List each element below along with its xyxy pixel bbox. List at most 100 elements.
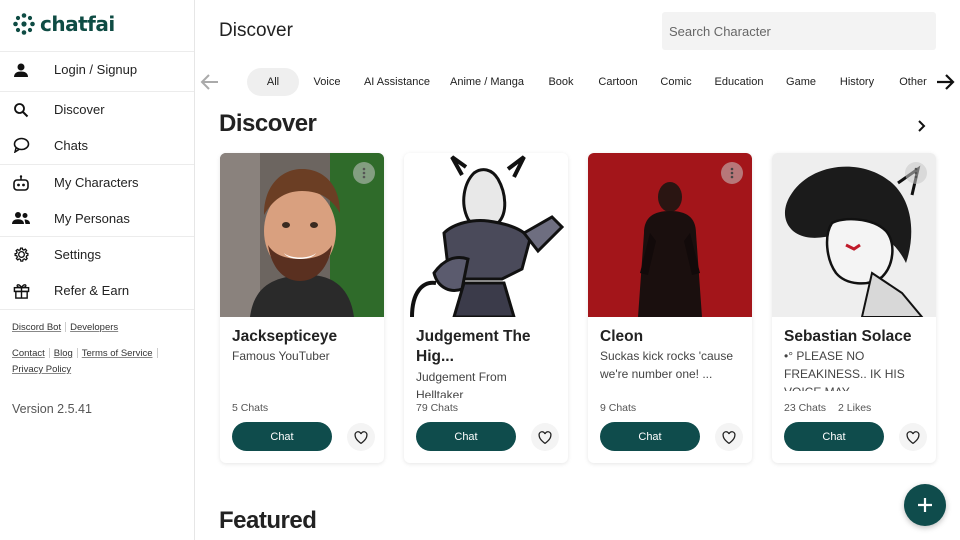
description-line: Judgement From bbox=[416, 370, 507, 384]
character-image[interactable] bbox=[404, 153, 568, 317]
character-card-judgement[interactable]: Judgement The Hig... Judgement From Hell… bbox=[404, 153, 568, 463]
divider bbox=[0, 309, 194, 310]
tab-all[interactable]: All bbox=[247, 68, 299, 96]
character-description: Famous YouTuber bbox=[232, 347, 380, 365]
sidebar-item-label: Discover bbox=[54, 102, 105, 117]
tab-game[interactable]: Game bbox=[782, 68, 820, 96]
description-line: •° PLEASE NO bbox=[784, 349, 865, 363]
tab-cartoon[interactable]: Cartoon bbox=[593, 68, 643, 96]
character-card-sebastian-solace[interactable]: Sebastian Solace •° PLEASE NO FREAKINESS… bbox=[772, 153, 936, 463]
terms-link[interactable]: Terms of Service bbox=[82, 348, 153, 359]
sidebar: chatfai Login / Signup Discover Chats My… bbox=[0, 0, 195, 540]
sidebar-item-label: Settings bbox=[54, 247, 101, 262]
blog-link[interactable]: Blog bbox=[54, 348, 73, 359]
character-name: Judgement The Hig... bbox=[416, 327, 564, 367]
developers-link[interactable]: Developers bbox=[70, 322, 118, 333]
main-content: Discover All Voice AI Assistance Anime /… bbox=[195, 0, 960, 540]
tab-comic[interactable]: Comic bbox=[655, 68, 697, 96]
app-root: chatfai Login / Signup Discover Chats My… bbox=[0, 0, 960, 540]
tab-voice[interactable]: Voice bbox=[307, 68, 347, 96]
category-tabs: All Voice AI Assistance Anime / Manga Bo… bbox=[195, 66, 960, 98]
footer-links-row-1: Discord Bot Developers bbox=[12, 322, 118, 333]
people-icon bbox=[12, 209, 30, 227]
chat-count: 79 Chats bbox=[416, 402, 459, 414]
discord-bot-link[interactable]: Discord Bot bbox=[12, 322, 61, 333]
description-line: we're number one! ... bbox=[600, 367, 713, 381]
footer-links-row-2: Contact Blog Terms of Service bbox=[12, 348, 162, 359]
page-title: Discover bbox=[219, 20, 293, 41]
sidebar-item-chats[interactable]: Chats bbox=[0, 127, 194, 163]
contact-link[interactable]: Contact bbox=[12, 348, 45, 359]
sidebar-item-my-characters[interactable]: My Characters bbox=[0, 164, 194, 200]
character-name: Jacksepticeye bbox=[232, 328, 338, 345]
sidebar-item-label: Chats bbox=[54, 137, 88, 153]
sidebar-item-settings[interactable]: Settings bbox=[0, 236, 194, 272]
arrow-left-icon[interactable] bbox=[198, 70, 222, 94]
character-card-cleon[interactable]: Cleon Suckas kick rocks 'cause we're num… bbox=[588, 153, 752, 463]
more-options-icon[interactable] bbox=[721, 162, 743, 184]
tab-education[interactable]: Education bbox=[709, 68, 769, 96]
description-line: FREAKINESS.. IK HIS bbox=[784, 367, 905, 381]
gear-icon bbox=[12, 246, 30, 264]
sidebar-item-refer-earn[interactable]: Refer & Earn bbox=[0, 272, 194, 308]
sidebar-item-my-personas[interactable]: My Personas bbox=[0, 200, 194, 236]
gift-icon bbox=[12, 281, 30, 299]
tab-history[interactable]: History bbox=[834, 68, 880, 96]
chat-button[interactable]: Chat bbox=[600, 422, 700, 451]
character-stats: 23 Chats 2 Likes bbox=[784, 402, 871, 414]
chat-button[interactable]: Chat bbox=[232, 422, 332, 451]
sidebar-item-discover[interactable]: Discover bbox=[0, 91, 194, 127]
robot-icon bbox=[12, 174, 30, 192]
section-title-discover: Discover bbox=[219, 110, 317, 137]
tab-other[interactable]: Other bbox=[893, 68, 933, 96]
heart-icon[interactable] bbox=[899, 423, 927, 451]
create-character-button[interactable] bbox=[904, 484, 946, 526]
tab-anime-manga[interactable]: Anime / Manga bbox=[447, 68, 527, 96]
logo-text: chatfai bbox=[40, 12, 115, 36]
privacy-policy-link[interactable]: Privacy Policy bbox=[12, 364, 71, 375]
logo-icon bbox=[13, 13, 35, 35]
description-line: Suckas kick rocks 'cause bbox=[600, 349, 734, 363]
person-icon bbox=[12, 61, 30, 79]
sidebar-item-login[interactable]: Login / Signup bbox=[0, 51, 194, 87]
character-card-jacksepticeye[interactable]: Jacksepticeye Famous YouTuber 5 Chats Ch… bbox=[220, 153, 384, 463]
character-stats: 79 Chats bbox=[416, 402, 458, 414]
character-description: •° PLEASE NO FREAKINESS.. IK HIS VOICE M… bbox=[784, 347, 932, 391]
name-line: Judgement The bbox=[416, 328, 531, 345]
description-line: Famous YouTuber bbox=[232, 349, 330, 363]
sidebar-item-label: My Characters bbox=[54, 175, 139, 190]
chat-count: 9 Chats bbox=[600, 402, 637, 414]
character-description: Suckas kick rocks 'cause we're number on… bbox=[600, 347, 748, 383]
section-title-featured: Featured bbox=[219, 507, 317, 534]
sidebar-item-label: My Personas bbox=[54, 210, 130, 226]
tab-book[interactable]: Book bbox=[542, 68, 580, 96]
heart-icon[interactable] bbox=[715, 423, 743, 451]
chat-count: 5 Chats bbox=[232, 402, 269, 414]
character-name: Sebastian Solace bbox=[784, 328, 912, 345]
search-icon bbox=[12, 101, 30, 119]
logo[interactable]: chatfai bbox=[12, 11, 115, 37]
chat-bubble-icon bbox=[12, 136, 30, 154]
character-stats: 5 Chats bbox=[232, 402, 268, 414]
heart-icon[interactable] bbox=[347, 423, 375, 451]
more-options-icon[interactable] bbox=[353, 162, 375, 184]
name-line: Hig... bbox=[416, 348, 454, 365]
description-line: VOICE MAY bbox=[784, 383, 932, 391]
chat-button[interactable]: Chat bbox=[784, 422, 884, 451]
character-name: Cleon bbox=[600, 328, 644, 345]
footer-links-row-3: Privacy Policy bbox=[12, 364, 71, 375]
character-stats: 9 Chats bbox=[600, 402, 636, 414]
heart-icon[interactable] bbox=[531, 423, 559, 451]
tab-ai-assistance[interactable]: AI Assistance bbox=[359, 68, 435, 96]
chevron-right-icon[interactable] bbox=[911, 116, 931, 136]
character-description: Judgement From Helltaker bbox=[416, 368, 564, 398]
plus-icon bbox=[918, 498, 932, 512]
sidebar-item-label: Login / Signup bbox=[54, 62, 138, 77]
chat-button[interactable]: Chat bbox=[416, 422, 516, 451]
arrow-right-icon[interactable] bbox=[934, 70, 958, 94]
sidebar-item-label: Refer & Earn bbox=[54, 282, 130, 298]
version-label: Version 2.5.41 bbox=[12, 402, 92, 416]
search-input[interactable] bbox=[662, 12, 936, 50]
more-options-icon[interactable] bbox=[905, 162, 927, 184]
like-count: 2 Likes bbox=[838, 402, 872, 414]
